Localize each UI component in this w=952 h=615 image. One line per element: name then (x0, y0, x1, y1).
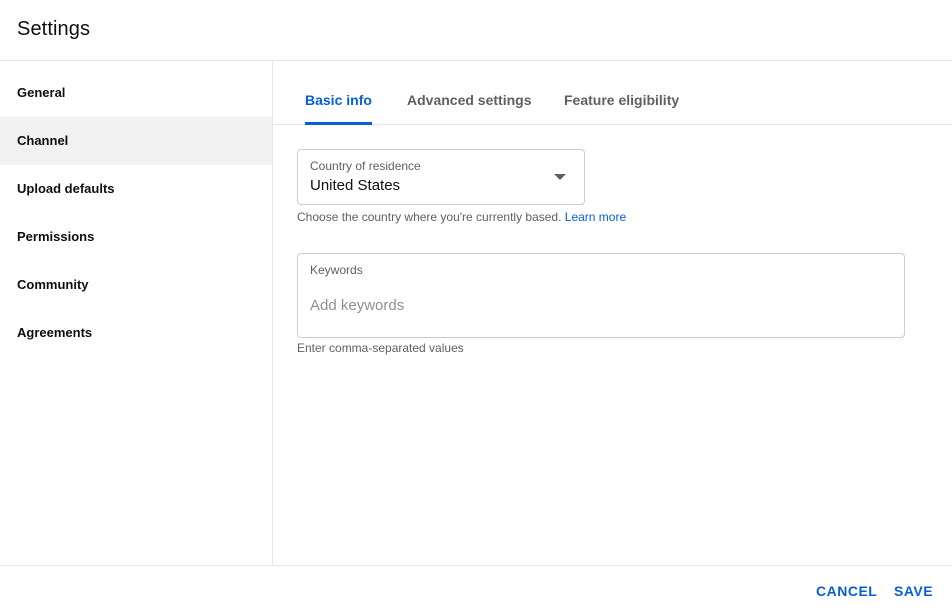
country-select[interactable]: Country of residence United States (297, 149, 585, 205)
sidebar-item-permissions[interactable]: Permissions (0, 213, 272, 261)
sidebar-item-channel[interactable]: Channel (0, 117, 272, 165)
country-helper-message: Choose the country where you're currentl… (297, 210, 562, 224)
keywords-label: Keywords (310, 263, 363, 277)
page-title: Settings (17, 18, 91, 40)
cancel-button[interactable]: CANCEL (816, 583, 877, 599)
tab-basic-info-label: Basic info (305, 92, 372, 108)
keywords-helper-text: Enter comma-separated values (297, 341, 464, 355)
active-tab-indicator (305, 122, 372, 125)
save-button[interactable]: SAVE (894, 583, 933, 599)
channel-settings-panel: Basic info Advanced settings Feature eli… (273, 61, 952, 566)
tab-bar: Basic info Advanced settings Feature eli… (273, 61, 952, 125)
tab-feature-eligibility[interactable]: Feature eligibility (564, 92, 679, 125)
tab-basic-info[interactable]: Basic info (305, 92, 372, 125)
dialog-footer: CANCEL SAVE (0, 565, 952, 615)
settings-sidebar: General Channel Upload defaults Permissi… (0, 61, 273, 566)
dialog-header: Settings (0, 0, 952, 61)
learn-more-link[interactable]: Learn more (565, 210, 626, 224)
sidebar-item-community[interactable]: Community (0, 261, 272, 309)
country-select-label: Country of residence (310, 159, 421, 173)
keywords-input[interactable] (310, 294, 890, 316)
sidebar-item-agreements[interactable]: Agreements (0, 309, 272, 357)
sidebar-item-upload-defaults[interactable]: Upload defaults (0, 165, 272, 213)
keywords-field[interactable]: Keywords (297, 253, 905, 338)
country-helper-text: Choose the country where you're currentl… (297, 210, 626, 224)
tab-feature-eligibility-label: Feature eligibility (564, 92, 680, 108)
country-select-value: United States (310, 177, 401, 194)
dropdown-arrow-icon (554, 174, 566, 180)
tab-advanced-settings-label: Advanced settings (407, 92, 532, 108)
settings-dialog: Settings General Channel Upload defaults… (0, 0, 952, 615)
tab-advanced-settings[interactable]: Advanced settings (407, 92, 531, 125)
sidebar-item-general[interactable]: General (0, 69, 272, 117)
